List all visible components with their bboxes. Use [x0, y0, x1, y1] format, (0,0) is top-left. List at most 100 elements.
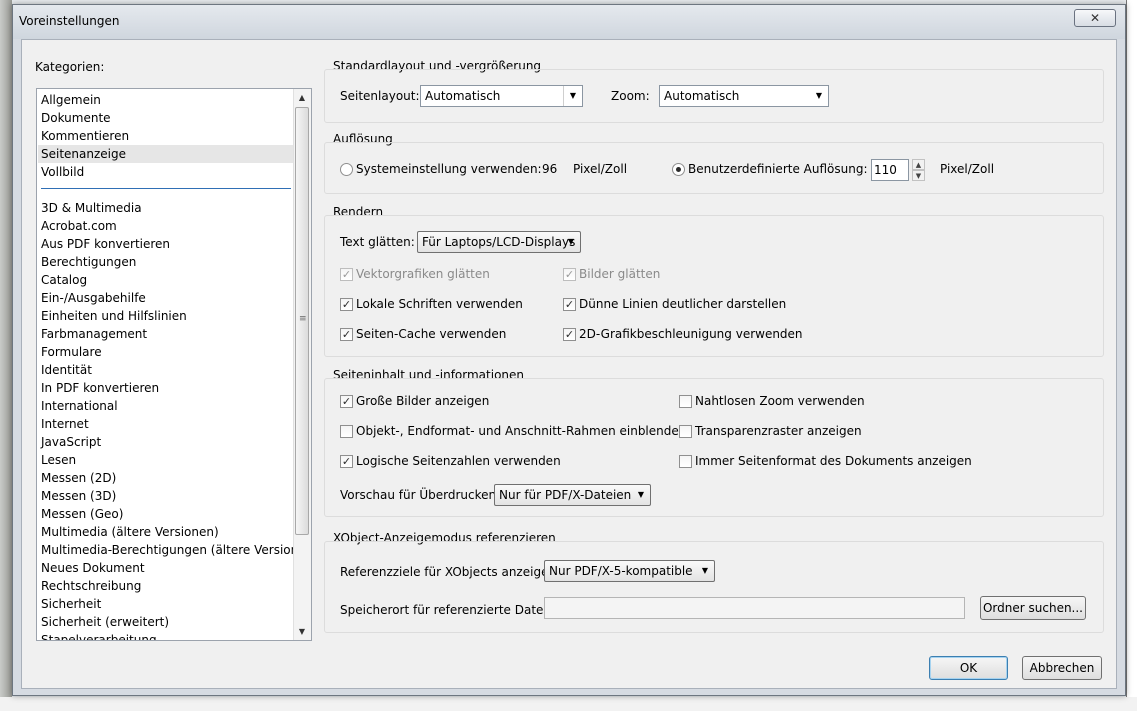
category-item[interactable]: Aus PDF konvertieren — [41, 235, 170, 253]
large-images-label: Große Bilder anzeigen — [356, 394, 490, 408]
always-doc-page-size-checkbox[interactable] — [679, 455, 692, 468]
smooth-text-select[interactable]: Für Laptops/LCD-Displays ▼ — [417, 231, 581, 253]
category-item[interactable]: Internet — [41, 415, 89, 433]
browse-folder-button[interactable]: Ordner suchen... — [980, 596, 1086, 620]
category-item[interactable]: Stapelverarbeitung — [41, 631, 157, 640]
seamless-zoom-checkbox[interactable] — [679, 395, 692, 408]
category-item[interactable]: Acrobat.com — [41, 217, 117, 235]
scroll-up-arrow-icon[interactable]: ▲ — [294, 89, 310, 106]
category-item[interactable]: JavaScript — [41, 433, 101, 451]
thin-lines-label: Dünne Linien deutlicher darstellen — [579, 297, 787, 311]
category-item[interactable]: Identität — [41, 361, 92, 379]
category-item[interactable]: Einheiten und Hilfslinien — [41, 307, 187, 325]
checkmark-icon: ✓ — [341, 298, 352, 311]
category-item[interactable]: Allgemein — [41, 91, 101, 109]
category-item[interactable]: Kommentieren — [41, 127, 129, 145]
category-item[interactable]: Messen (Geo) — [41, 505, 123, 523]
transparency-grid-label: Transparenzraster anzeigen — [695, 424, 862, 438]
dialog-title: Voreinstellungen — [19, 14, 120, 28]
category-item[interactable]: Seitenanzeige — [38, 145, 299, 163]
large-images-checkbox[interactable]: ✓ — [340, 395, 353, 408]
category-item[interactable]: Multimedia (ältere Versionen) — [41, 523, 219, 541]
title-bar: Voreinstellungen ✕ — [13, 5, 1125, 39]
art-trim-bleed-checkbox[interactable] — [340, 425, 353, 438]
category-list[interactable]: Allgemein Dokumente Kommentieren Seitenanze… — [36, 88, 312, 641]
category-item[interactable]: Messen (3D) — [41, 487, 116, 505]
spin-up-icon[interactable]: ▲ — [912, 159, 925, 170]
close-button[interactable]: ✕ — [1074, 9, 1116, 27]
checkmark-icon: ✓ — [341, 268, 352, 281]
category-item[interactable]: Dokumente — [41, 109, 111, 127]
xobject-location-label: Speicherort für referenzierte Dateien: — [340, 603, 566, 617]
spin-down-icon[interactable]: ▼ — [912, 170, 925, 181]
overprint-select[interactable]: Nur für PDF/X-Dateien ▼ — [494, 484, 651, 506]
smooth-text-value: Für Laptops/LCD-Displays — [422, 235, 576, 249]
cancel-button[interactable]: Abbrechen — [1022, 656, 1102, 680]
scrollbar-thumb[interactable]: ≡ — [295, 107, 309, 535]
dialog-client-area: Kategorien: Allgemein Dokumente Kommentier… — [21, 39, 1117, 689]
image-smoothing-checkbox[interactable]: ✓ — [563, 268, 576, 281]
close-icon: ✕ — [1089, 11, 1101, 25]
overprint-label: Vorschau für Überdrucken: — [340, 488, 501, 502]
image-smoothing-label: Bilder glätten — [579, 267, 661, 281]
chevron-down-icon: ▼ — [701, 566, 709, 575]
vector-smoothing-label: Vektorgrafiken glätten — [356, 267, 490, 281]
category-item[interactable]: Farbmanagement — [41, 325, 147, 343]
category-item[interactable]: Sicherheit — [41, 595, 101, 613]
local-fonts-label: Lokale Schriften verwenden — [356, 297, 523, 311]
gpu-2d-checkbox[interactable]: ✓ — [563, 328, 576, 341]
category-item[interactable]: Neues Dokument — [41, 559, 145, 577]
system-resolution-label: Systemeinstellung verwenden: — [356, 162, 542, 176]
checkmark-icon: ✓ — [341, 455, 352, 468]
background-window-strip — [0, 0, 12, 711]
category-item[interactable]: Berechtigungen — [41, 253, 136, 271]
xobject-location-input[interactable] — [544, 597, 965, 619]
category-item[interactable]: International — [41, 397, 118, 415]
resolution-stepper[interactable]: ▲ ▼ — [912, 159, 925, 181]
category-item[interactable]: Sicherheit (erweitert) — [41, 613, 169, 631]
chevron-down-icon: ▼ — [567, 237, 575, 246]
radio-selected-dot — [676, 167, 681, 172]
logical-page-numbers-checkbox[interactable]: ✓ — [340, 455, 353, 468]
page-cache-checkbox[interactable]: ✓ — [340, 328, 353, 341]
checkmark-icon: ✓ — [564, 268, 575, 281]
ok-button[interactable]: OK — [929, 656, 1008, 680]
scroll-down-arrow-icon[interactable]: ▼ — [294, 623, 310, 640]
category-item[interactable]: 3D & Multimedia — [41, 199, 142, 217]
system-resolution-radio[interactable] — [340, 163, 353, 176]
checkmark-icon: ✓ — [564, 298, 575, 311]
custom-resolution-radio[interactable] — [672, 163, 685, 176]
category-item[interactable]: Catalog — [41, 271, 87, 289]
xobject-targets-value: Nur PDF/X-5-kompatible — [549, 564, 693, 578]
smooth-text-label: Text glätten: — [340, 235, 415, 249]
system-resolution-value: 96 — [542, 162, 558, 176]
chevron-down-icon: ▼ — [563, 86, 582, 106]
page-cache-label: Seiten-Cache verwenden — [356, 327, 507, 341]
system-resolution-unit: Pixel/Zoll — [573, 162, 628, 176]
custom-resolution-label: Benutzerdefinierte Auflösung: — [688, 162, 868, 176]
category-item[interactable]: In PDF konvertieren — [41, 379, 159, 397]
thin-lines-checkbox[interactable]: ✓ — [563, 298, 576, 311]
category-item[interactable]: Rechtschreibung — [41, 577, 141, 595]
category-item[interactable]: Lesen — [41, 451, 76, 469]
chevron-down-icon: ▼ — [815, 91, 823, 100]
transparency-grid-checkbox[interactable] — [679, 425, 692, 438]
custom-resolution-input[interactable]: 110 — [871, 159, 909, 181]
category-item[interactable]: Multimedia-Berechtigungen (ältere Versio… — [41, 541, 311, 559]
seamless-zoom-label: Nahtlosen Zoom verwenden — [695, 394, 865, 408]
category-scrollbar[interactable]: ▲ ≡ ▼ — [293, 89, 311, 640]
vector-smoothing-checkbox[interactable]: ✓ — [340, 268, 353, 281]
category-item[interactable]: Formulare — [41, 343, 102, 361]
zoom-select[interactable]: Automatisch ▼ — [659, 85, 829, 107]
preferences-dialog: Voreinstellungen ✕ Kategorien: Allgemein… — [12, 4, 1126, 696]
category-item[interactable]: Ein-/Ausgabehilfe — [41, 289, 146, 307]
local-fonts-checkbox[interactable]: ✓ — [340, 298, 353, 311]
background-window-bottom — [0, 697, 1137, 711]
custom-resolution-value: 110 — [874, 163, 897, 177]
category-item[interactable]: Messen (2D) — [41, 469, 116, 487]
always-doc-page-size-label: Immer Seitenformat des Dokuments anzeige… — [695, 454, 972, 468]
xobject-targets-select[interactable]: Nur PDF/X-5-kompatible ▼ — [544, 560, 715, 582]
page-layout-select[interactable]: Automatisch ▼ — [420, 85, 583, 107]
category-item[interactable]: Vollbild — [41, 163, 84, 181]
art-trim-bleed-label: Objekt-, Endformat- und Anschnitt-Rahmen… — [356, 424, 687, 438]
